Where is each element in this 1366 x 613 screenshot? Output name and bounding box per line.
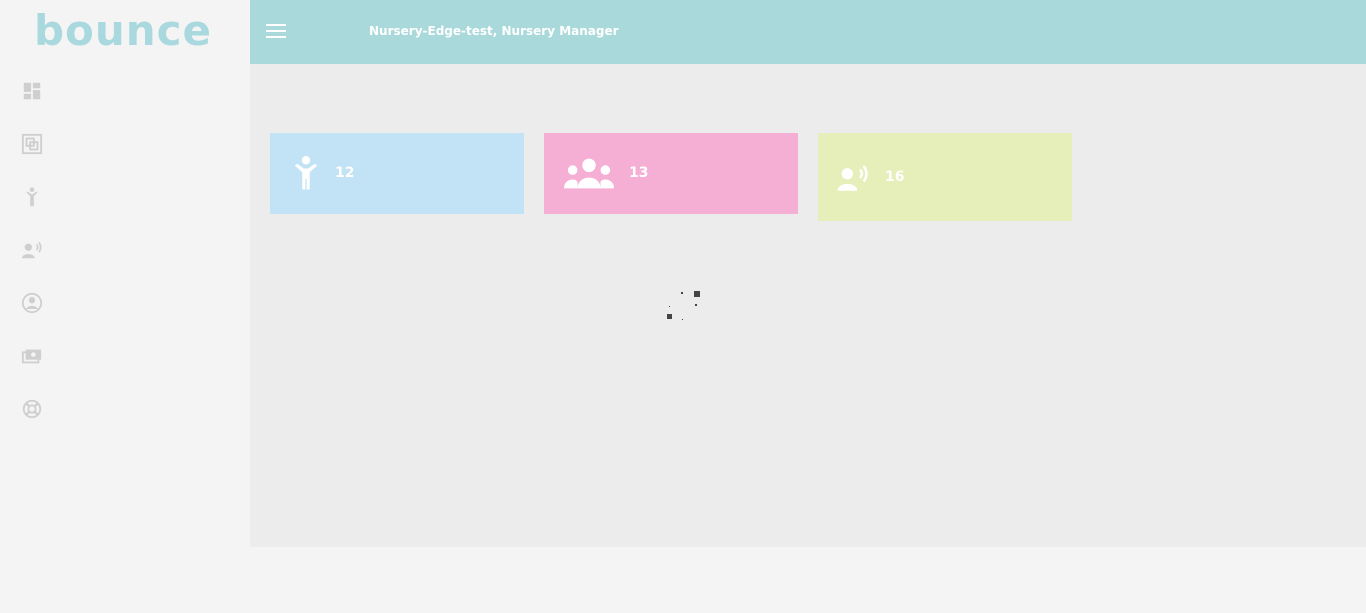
sidebar-item-parents[interactable] [0, 223, 250, 276]
sidebar-item-children[interactable] [0, 170, 250, 223]
top-bar: Nursery-Edge-test, Nursery Manager [250, 0, 1366, 64]
dashboard-icon [23, 82, 41, 100]
child-icon [26, 187, 38, 207]
payments-icon [21, 349, 42, 364]
page-title: Nursery-Edge-test, Nursery Manager [369, 24, 619, 38]
staff-stat-card[interactable]: 13 [544, 133, 798, 214]
children-stat-card[interactable]: 12 [270, 133, 524, 214]
sidebar-item-gallery[interactable] [0, 117, 250, 170]
support-icon [22, 399, 42, 419]
parent-voice-icon [837, 165, 868, 191]
menu-toggle-icon[interactable] [266, 24, 286, 40]
staff-count: 13 [629, 165, 649, 181]
logo-text: bounce [33, 5, 213, 55]
parents-count: 16 [885, 169, 905, 185]
sidebar-item-profile[interactable] [0, 276, 250, 329]
sidebar-item-payments[interactable] [0, 329, 250, 382]
parent-voice-icon [21, 241, 42, 259]
loading-spinner [664, 287, 704, 327]
sidebar-nav [0, 64, 250, 435]
sidebar-item-support[interactable] [0, 382, 250, 435]
children-count: 12 [335, 165, 355, 181]
main-content: 12 13 16 [250, 64, 1366, 547]
gallery-icon [21, 133, 43, 155]
footer [250, 547, 1366, 613]
app-root: bounce Nursery-Edge-test, Nursery Manage… [0, 0, 1366, 613]
child-icon [294, 156, 318, 190]
profile-icon [21, 292, 43, 314]
sidebar: bounce [0, 0, 250, 613]
group-icon [564, 158, 614, 189]
sidebar-item-dashboard[interactable] [0, 64, 250, 117]
logo[interactable]: bounce [0, 0, 250, 64]
parents-stat-card[interactable]: 16 [818, 133, 1072, 221]
